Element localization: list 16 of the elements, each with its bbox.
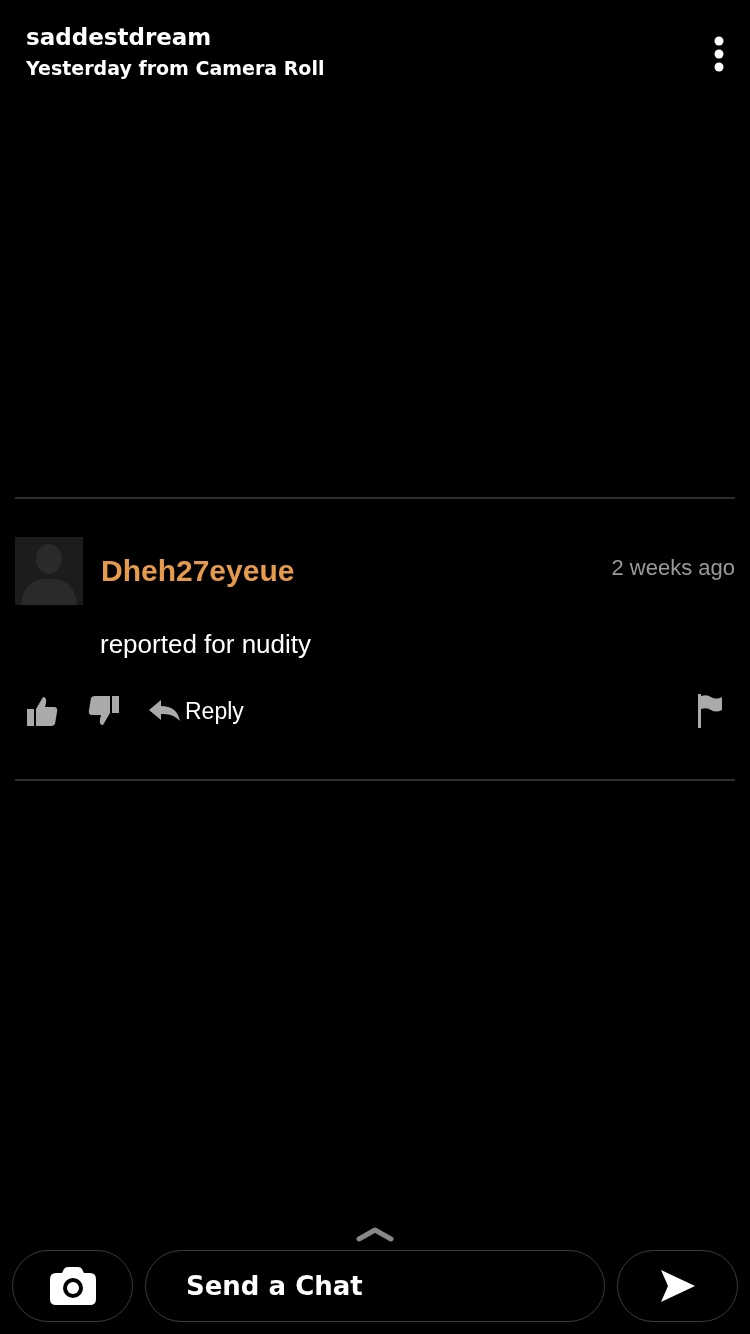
avatar-silhouette [15,537,83,605]
username: saddestdream [26,23,213,52]
reply-button[interactable]: Reply [149,697,244,725]
reply-arrow-icon [149,700,181,722]
comment-author[interactable]: Dheh27eyeue [101,554,612,588]
comment-text: reported for nudity [100,629,312,660]
send-arrow-icon [660,1270,695,1302]
thumbs-up-icon[interactable] [25,695,59,727]
camera-icon [49,1267,96,1305]
comment-time: 2 weeks ago [611,555,735,581]
more-icon[interactable] [714,36,724,72]
chat-input-field[interactable]: Send a Chat [145,1250,605,1322]
story-subtitle: Yesterday from Camera Roll [26,56,325,81]
flag-icon[interactable] [697,694,723,728]
chevron-up-icon[interactable] [356,1226,394,1242]
thumbs-down-icon[interactable] [87,695,121,727]
